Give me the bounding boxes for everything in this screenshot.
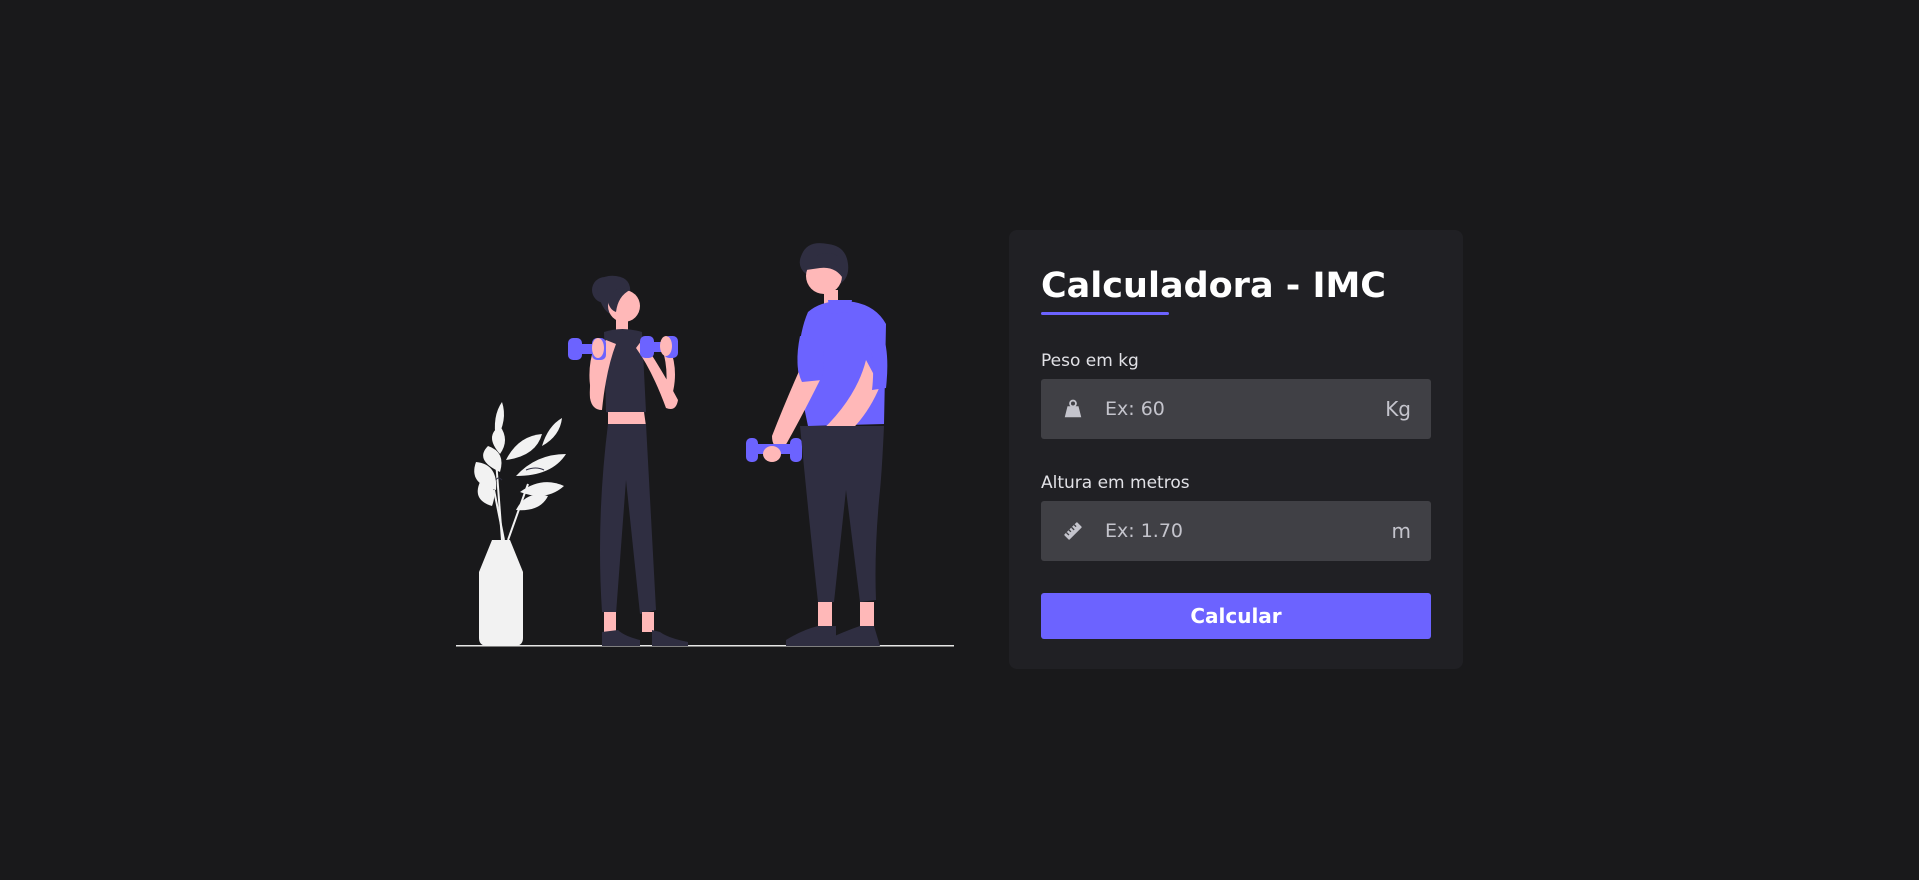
man-figure xyxy=(746,243,888,646)
page-title: Calculadora - IMC xyxy=(1041,266,1386,306)
weight-label: Peso em kg xyxy=(1041,351,1139,371)
ruler-icon xyxy=(1061,519,1085,543)
height-input[interactable] xyxy=(1085,500,1392,562)
dumbbell-right xyxy=(640,336,678,358)
bmi-calculator-card: Calculadora - IMC Peso em kg Kg Altura e… xyxy=(1009,230,1463,669)
woman-figure xyxy=(568,275,688,646)
weight-field: Kg xyxy=(1041,378,1431,440)
plant xyxy=(474,402,566,646)
weight-icon xyxy=(1061,397,1085,421)
weight-unit: Kg xyxy=(1385,397,1411,421)
calculate-button[interactable]: Calcular xyxy=(1041,593,1431,639)
weight-input[interactable] xyxy=(1085,378,1386,440)
height-label: Altura em metros xyxy=(1041,473,1190,493)
title-underline xyxy=(1041,312,1169,315)
height-unit: m xyxy=(1391,519,1411,543)
fitness-illustration xyxy=(456,243,954,647)
page: Calculadora - IMC Peso em kg Kg Altura e… xyxy=(0,0,1919,880)
height-field: m xyxy=(1041,500,1431,562)
